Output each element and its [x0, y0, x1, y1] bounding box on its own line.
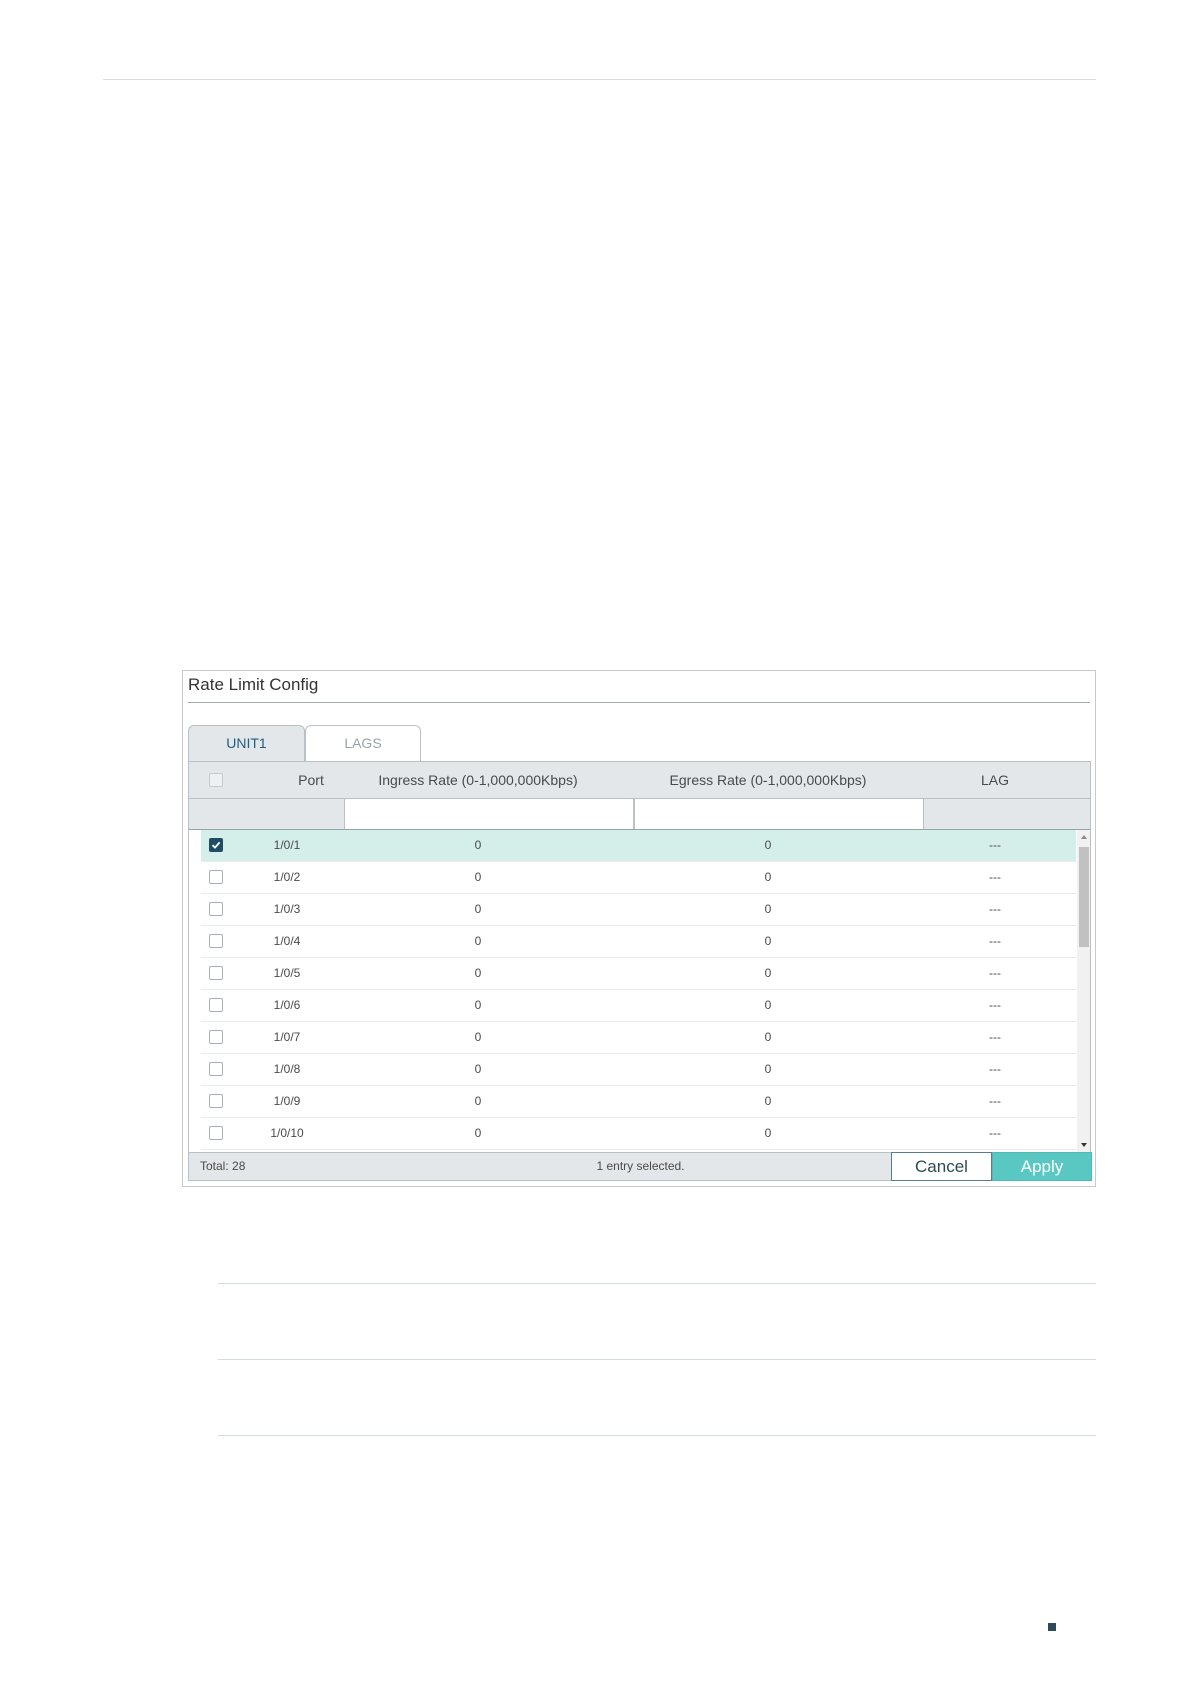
row-checkbox[interactable] — [209, 1062, 223, 1076]
panel-title: Rate Limit Config — [188, 675, 319, 694]
table-row[interactable]: 1/0/10 0 0 --- — [201, 1118, 1076, 1150]
row-checkbox[interactable] — [209, 998, 223, 1012]
ingress-cell: 0 — [474, 998, 482, 1012]
lag-cell: --- — [989, 1062, 1001, 1076]
table-row[interactable]: 1/0/9 0 0 --- — [201, 1086, 1076, 1118]
port-cell: 1/0/1 — [273, 838, 301, 852]
port-cell: 1/0/2 — [273, 870, 301, 884]
egress-cell: 0 — [764, 1094, 772, 1108]
ingress-cell: 0 — [474, 934, 482, 948]
egress-cell: 0 — [764, 838, 772, 852]
rate-limit-config-panel: Rate Limit Config UNIT1 LAGS Port Ingres… — [182, 670, 1096, 1187]
ingress-cell: 0 — [474, 1030, 482, 1044]
table-footer: Total: 28 1 entry selected. Cancel Apply — [188, 1152, 1092, 1181]
ingress-cell: 0 — [474, 966, 482, 980]
table-row[interactable]: 1/0/6 0 0 --- — [201, 990, 1076, 1022]
egress-cell: 0 — [764, 870, 772, 884]
egress-cell: 0 — [764, 1030, 772, 1044]
egress-cell: 0 — [764, 1062, 772, 1076]
row-checkbox[interactable] — [209, 934, 223, 948]
port-cell: 1/0/6 — [273, 998, 301, 1012]
checkmark-icon — [211, 841, 221, 849]
egress-cell: 0 — [764, 902, 772, 916]
egress-cell: 0 — [764, 998, 772, 1012]
divider-line — [218, 1283, 1096, 1284]
row-checkbox[interactable] — [209, 1094, 223, 1108]
egress-cell: 0 — [764, 1126, 772, 1140]
egress-rate-input[interactable] — [634, 799, 924, 829]
ingress-cell: 0 — [474, 870, 482, 884]
divider-line — [218, 1435, 1096, 1436]
lag-cell: --- — [989, 902, 1001, 916]
lag-cell: --- — [989, 998, 1001, 1012]
column-header-egress: Egress Rate (0-1,000,000Kbps) — [669, 772, 867, 788]
port-cell: 1/0/10 — [270, 1126, 304, 1140]
lag-cell: --- — [989, 870, 1001, 884]
cancel-button[interactable]: Cancel — [891, 1152, 992, 1181]
ingress-rate-input[interactable] — [344, 799, 634, 829]
row-checkbox[interactable] — [209, 870, 223, 884]
egress-cell: 0 — [764, 966, 772, 980]
scroll-up-arrow-icon[interactable] — [1077, 830, 1090, 844]
table-row[interactable]: 1/0/3 0 0 --- — [201, 894, 1076, 926]
lag-cell: --- — [989, 934, 1001, 948]
ingress-cell: 0 — [474, 1062, 482, 1076]
divider-line — [218, 1359, 1096, 1360]
scrollbar-thumb[interactable] — [1079, 847, 1089, 947]
ingress-cell: 0 — [474, 902, 482, 916]
port-cell: 1/0/5 — [273, 966, 301, 980]
tab-unit1[interactable]: UNIT1 — [188, 725, 305, 761]
row-checkbox[interactable] — [209, 1030, 223, 1044]
port-cell: 1/0/8 — [273, 1062, 301, 1076]
row-checkbox[interactable] — [209, 966, 223, 980]
lag-cell: --- — [989, 1030, 1001, 1044]
row-checkbox[interactable] — [209, 902, 223, 916]
table-row[interactable]: 1/0/5 0 0 --- — [201, 958, 1076, 990]
page-marker-icon — [1048, 1623, 1056, 1631]
table-row[interactable]: 1/0/4 0 0 --- — [201, 926, 1076, 958]
rate-limit-table: Port Ingress Rate (0-1,000,000Kbps) Egre… — [188, 761, 1092, 1181]
scroll-down-arrow-icon[interactable] — [1077, 1138, 1090, 1152]
row-checkbox[interactable] — [209, 838, 223, 852]
port-cell: 1/0/9 — [273, 1094, 301, 1108]
table-row[interactable]: 1/0/7 0 0 --- — [201, 1022, 1076, 1054]
ingress-cell: 0 — [474, 1094, 482, 1108]
title-divider — [188, 702, 1090, 703]
column-header-lag: LAG — [980, 772, 1009, 788]
ingress-cell: 0 — [474, 1126, 482, 1140]
lag-cell: --- — [989, 966, 1001, 980]
column-header-ingress: Ingress Rate (0-1,000,000Kbps) — [378, 772, 578, 788]
lag-cell: --- — [989, 1126, 1001, 1140]
select-all-checkbox[interactable] — [209, 773, 223, 787]
vertical-scrollbar[interactable] — [1077, 830, 1090, 1152]
row-checkbox[interactable] — [209, 1126, 223, 1140]
table-row[interactable]: 1/0/1 0 0 --- — [201, 830, 1076, 862]
total-count: Total: 28 — [200, 1159, 246, 1173]
filter-row — [188, 799, 1091, 830]
ingress-cell: 0 — [474, 838, 482, 852]
lag-cell: --- — [989, 838, 1001, 852]
page-top-rule — [103, 79, 1096, 80]
port-cell: 1/0/4 — [273, 934, 301, 948]
table-header: Port Ingress Rate (0-1,000,000Kbps) Egre… — [188, 761, 1091, 799]
lag-cell: --- — [989, 1094, 1001, 1108]
tab-lags[interactable]: LAGS — [305, 725, 421, 761]
port-cell: 1/0/3 — [273, 902, 301, 916]
apply-button[interactable]: Apply — [992, 1152, 1092, 1181]
port-cell: 1/0/7 — [273, 1030, 301, 1044]
table-body: 1/0/1 0 0 --- 1/0/2 0 0 --- 1/0/3 0 0 --… — [188, 830, 1091, 1152]
egress-cell: 0 — [764, 934, 772, 948]
table-row[interactable]: 1/0/2 0 0 --- — [201, 862, 1076, 894]
table-row[interactable]: 1/0/8 0 0 --- — [201, 1054, 1076, 1086]
